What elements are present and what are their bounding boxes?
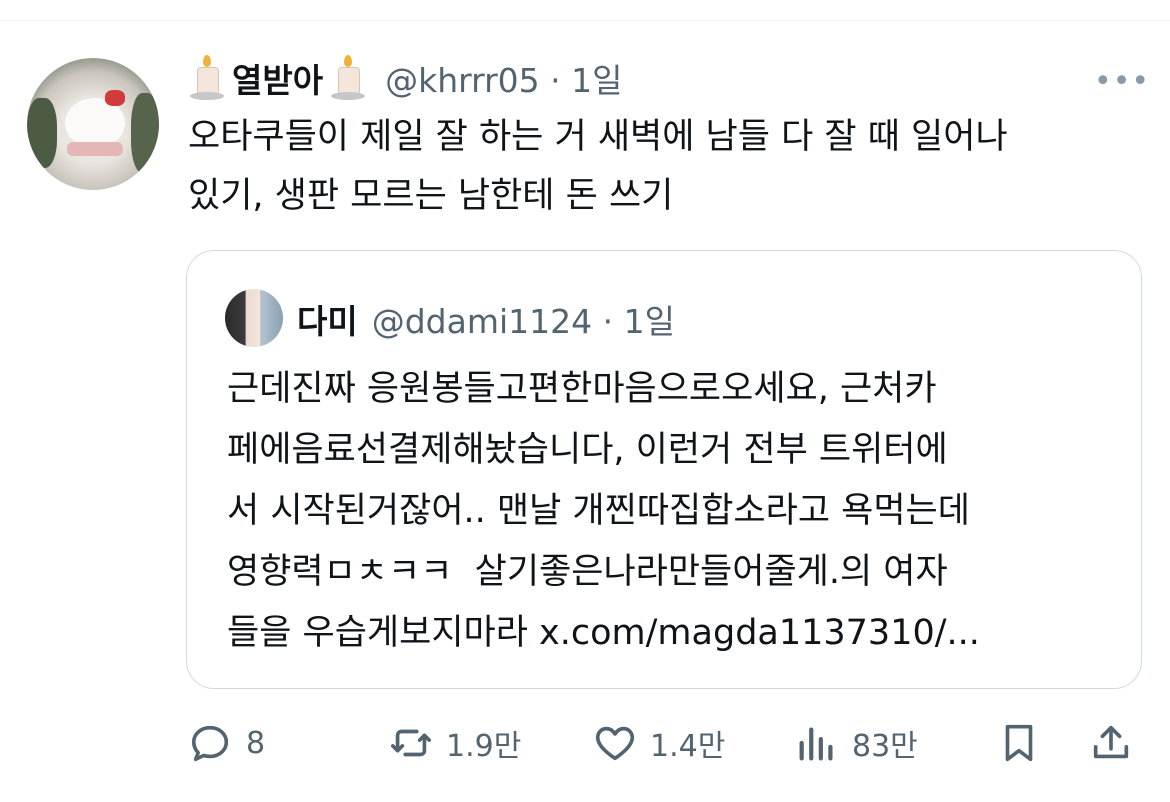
share-icon [1093, 725, 1129, 759]
tweet-text-line: 오타쿠들이 제일 잘 하는 거 새벽에 남들 다 잘 때 일어나 [188, 117, 1008, 157]
quoted-author-handle-time[interactable]: @ddami1124 · 1일 [372, 295, 675, 343]
heart-icon [595, 726, 635, 761]
bookmark-button[interactable] [996, 715, 1042, 771]
author-display-name[interactable]: 열받아 [232, 54, 323, 102]
avatar-tree-left [27, 98, 57, 168]
retweet-button[interactable]: 1.9만 [388, 715, 521, 771]
quoted-tweet-text-line: 영향력ㅁㅊㅋㅋ 살기좋은나라만들어줄게.의 여자 [227, 552, 948, 592]
share-button[interactable] [1088, 715, 1134, 771]
quoted-tweet-text-line: 페에음료선결제해놨습니다, 이런거 전부 트위터에 [227, 430, 948, 470]
author-handle-time[interactable]: @khrrr05 · 1일 [385, 54, 622, 102]
quoted-tweet[interactable]: 다미 @ddami1124 · 1일 근데진짜 응원봉들고편한마음으로오세요, … [186, 250, 1142, 689]
quoted-tweet-text-line: 서 시작된거잖어.. 맨날 개찐따집합소라고 욕먹는데 [227, 491, 970, 531]
tweet-text-line: 있기, 생판 모르는 남한테 돈 쓰기 [188, 176, 674, 216]
views-count: 83만 [852, 729, 918, 764]
views-icon [799, 727, 833, 761]
candle-emoji-left [188, 55, 226, 101]
action-bar: 8 1.9만 1.4만 83만 [0, 715, 1170, 771]
retweet-count: 1.9만 [446, 729, 522, 764]
quoted-author-avatar[interactable] [225, 289, 283, 347]
like-button[interactable]: 1.4만 [592, 715, 725, 771]
retweet-icon [390, 729, 432, 757]
top-divider [0, 20, 1170, 21]
reply-icon [191, 725, 229, 762]
author-avatar[interactable] [27, 58, 159, 190]
candle-emoji-right [329, 55, 367, 101]
quoted-tweet-text-line: 근데진짜 응원봉들고편한마음으로오세요, 근처카 [227, 369, 937, 409]
avatar-scarf [67, 142, 123, 156]
bookmark-icon [1005, 724, 1033, 762]
reply-button[interactable]: 8 [188, 715, 265, 771]
more-options-icon[interactable]: ••• [1094, 64, 1150, 99]
views-button[interactable]: 83만 [794, 715, 918, 771]
tweet-header: 열받아 @khrrr05 · 1일 [188, 55, 622, 101]
quoted-tweet-text: 근데진짜 응원봉들고편한마음으로오세요, 근처카페에음료선결제해놨습니다, 이런… [227, 359, 1127, 664]
avatar-tree-right [131, 93, 159, 173]
quoted-author-display-name[interactable]: 다미 [297, 295, 358, 343]
reply-count: 8 [246, 725, 266, 761]
avatar-bow [105, 90, 125, 106]
tweet-text: 오타쿠들이 제일 잘 하는 거 새벽에 남들 다 잘 때 일어나있기, 생판 모… [188, 108, 1158, 226]
quoted-tweet-text-line: 들을 우습게보지마라 x.com/magda1137310/... [227, 613, 980, 653]
like-count: 1.4만 [650, 729, 726, 764]
quoted-tweet-header: 다미 @ddami1124 · 1일 [297, 293, 675, 345]
